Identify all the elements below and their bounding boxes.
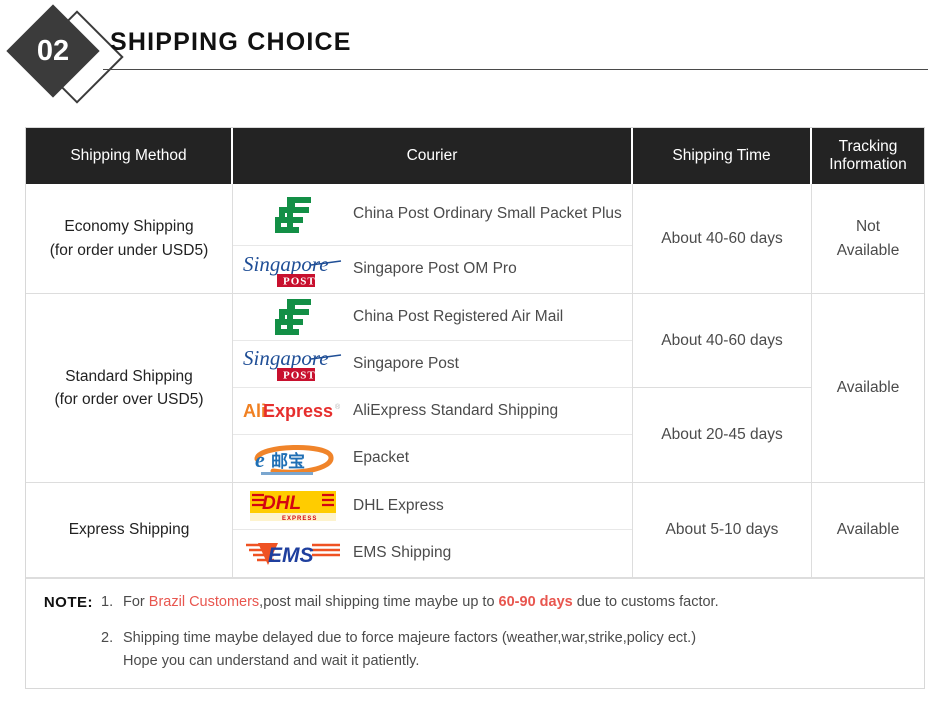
aliexpress-logo: Ali Express ® bbox=[233, 399, 353, 423]
badge-number: 02 bbox=[20, 18, 86, 84]
table-row-economy-shipping: Economy Shipping (for order under USD5) bbox=[26, 184, 924, 294]
note-highlight-brazil: Brazil Customers bbox=[149, 594, 259, 610]
page-title: SHIPPING CHOICE bbox=[110, 28, 352, 57]
shipping-method-cell: Economy Shipping (for order under USD5) bbox=[26, 184, 233, 293]
note-item-number: 1. bbox=[101, 591, 123, 614]
dhl-logo: DHL EXPRESS bbox=[233, 486, 353, 526]
tracking-line1: Not bbox=[837, 215, 900, 238]
note-item-text: Shipping time maybe delayed due to force… bbox=[123, 627, 924, 649]
tracking-line1: Available bbox=[837, 376, 900, 399]
note-item-2: 2. Shipping time maybe delayed due to fo… bbox=[26, 627, 924, 649]
note-item-2-continued: Hope you can understand and wait it pati… bbox=[26, 650, 924, 672]
note-section: NOTE: 1. For Brazil Customers,post mail … bbox=[26, 578, 924, 688]
courier-name: Epacket bbox=[353, 447, 409, 469]
svg-text:POST: POST bbox=[283, 275, 316, 287]
courier-name: EMS Shipping bbox=[353, 542, 451, 564]
shipping-time-cell: About 5-10 days bbox=[633, 483, 812, 577]
courier-item: China Post Registered Air Mail bbox=[233, 294, 632, 341]
column-header-shipping-method: Shipping Method bbox=[26, 128, 233, 184]
svg-text:DHL: DHL bbox=[262, 493, 301, 514]
tracking-header-line1: Tracking bbox=[829, 138, 907, 156]
svg-text:e: e bbox=[255, 447, 265, 472]
note-item-text-continued: Hope you can understand and wait it pati… bbox=[26, 650, 419, 672]
shipping-time-value: About 5-10 days bbox=[633, 483, 811, 577]
courier-item: Singapore POST Singapore Post OM Pro bbox=[233, 246, 632, 293]
method-name: Economy Shipping bbox=[50, 215, 209, 238]
table-header-row: Shipping Method Courier Shipping Time Tr… bbox=[26, 128, 924, 184]
courier-item: DHL EXPRESS DHL Express bbox=[233, 483, 632, 530]
courier-list: China Post Ordinary Small Packet Plus Si… bbox=[233, 184, 633, 293]
tracking-line2: Available bbox=[837, 239, 900, 262]
courier-name: AliExpress Standard Shipping bbox=[353, 400, 558, 422]
svg-text:POST: POST bbox=[283, 370, 316, 382]
courier-item: Singapore POST Singapore Post bbox=[233, 341, 632, 388]
courier-list: China Post Registered Air Mail Singapore… bbox=[233, 294, 633, 482]
note-text-part2: ,post mail shipping time maybe up to bbox=[259, 594, 498, 610]
note-label: NOTE: bbox=[26, 591, 101, 614]
shipping-time-value: About 40-60 days bbox=[633, 184, 811, 293]
column-header-courier: Courier bbox=[233, 128, 633, 184]
tracking-line1: Available bbox=[837, 518, 900, 541]
page-header: 02 SHIPPING CHOICE bbox=[0, 0, 950, 110]
shipping-time-cell: About 40-60 days bbox=[633, 184, 812, 293]
courier-item: China Post Ordinary Small Packet Plus bbox=[233, 184, 632, 246]
table-row-standard-shipping: Standard Shipping (for order over USD5) bbox=[26, 294, 924, 483]
courier-item: EMS EMS Shipping bbox=[233, 530, 632, 577]
method-condition: (for order under USD5) bbox=[50, 239, 209, 262]
tracking-header-line2: Information bbox=[829, 156, 907, 174]
shipping-method-cell: Standard Shipping (for order over USD5) bbox=[26, 294, 233, 482]
note-item-1: NOTE: 1. For Brazil Customers,post mail … bbox=[26, 591, 924, 614]
svg-text:EXPRESS: EXPRESS bbox=[282, 516, 317, 522]
shipping-time-cell: About 40-60 days About 20-45 days bbox=[633, 294, 812, 482]
note-item-text: For Brazil Customers,post mail shipping … bbox=[123, 591, 924, 614]
tracking-information-cell: Not Available bbox=[812, 184, 924, 293]
note-text-part1: For bbox=[123, 594, 149, 610]
svg-text:邮宝: 邮宝 bbox=[271, 451, 305, 472]
china-post-logo bbox=[233, 195, 353, 235]
column-header-tracking-information: Tracking Information bbox=[812, 128, 924, 184]
method-condition: (for order over USD5) bbox=[54, 388, 203, 411]
shipping-method-cell: Express Shipping bbox=[26, 483, 233, 577]
title-divider bbox=[103, 69, 928, 70]
epacket-logo: e 邮宝 bbox=[233, 439, 353, 479]
shipping-time-value: About 20-45 days bbox=[633, 388, 811, 482]
section-badge: 02 bbox=[8, 8, 118, 104]
table-row-express-shipping: Express Shipping DHL EXPRESS DHL Express bbox=[26, 483, 924, 578]
shipping-table: Shipping Method Courier Shipping Time Tr… bbox=[25, 127, 925, 689]
singapore-post-logo: Singapore POST bbox=[233, 251, 353, 289]
ems-logo: EMS bbox=[233, 537, 353, 571]
svg-text:Express: Express bbox=[263, 401, 333, 421]
courier-name: Singapore Post OM Pro bbox=[353, 258, 517, 280]
method-name: Express Shipping bbox=[69, 518, 190, 541]
courier-name: China Post Registered Air Mail bbox=[353, 306, 563, 328]
tracking-information-cell: Available bbox=[812, 294, 924, 482]
courier-name: DHL Express bbox=[353, 495, 444, 517]
column-header-shipping-time: Shipping Time bbox=[633, 128, 812, 184]
shipping-time-value: About 40-60 days bbox=[633, 294, 811, 388]
china-post-logo bbox=[233, 297, 353, 337]
note-item-number: 2. bbox=[101, 627, 123, 649]
note-label-spacer bbox=[26, 627, 101, 649]
svg-text:EMS: EMS bbox=[268, 544, 314, 567]
courier-item: e 邮宝 Epacket bbox=[233, 435, 632, 482]
tracking-information-cell: Available bbox=[812, 483, 924, 577]
note-highlight-days: 60-90 days bbox=[499, 594, 573, 610]
courier-name: Singapore Post bbox=[353, 353, 459, 375]
courier-item: Ali Express ® AliExpress Standard Shippi… bbox=[233, 388, 632, 435]
note-text-part3: due to customs factor. bbox=[573, 594, 719, 610]
courier-name: China Post Ordinary Small Packet Plus bbox=[353, 203, 622, 225]
singapore-post-logo: Singapore POST bbox=[233, 345, 353, 383]
courier-list: DHL EXPRESS DHL Express bbox=[233, 483, 633, 577]
svg-text:®: ® bbox=[335, 403, 341, 411]
method-name: Standard Shipping bbox=[54, 365, 203, 388]
